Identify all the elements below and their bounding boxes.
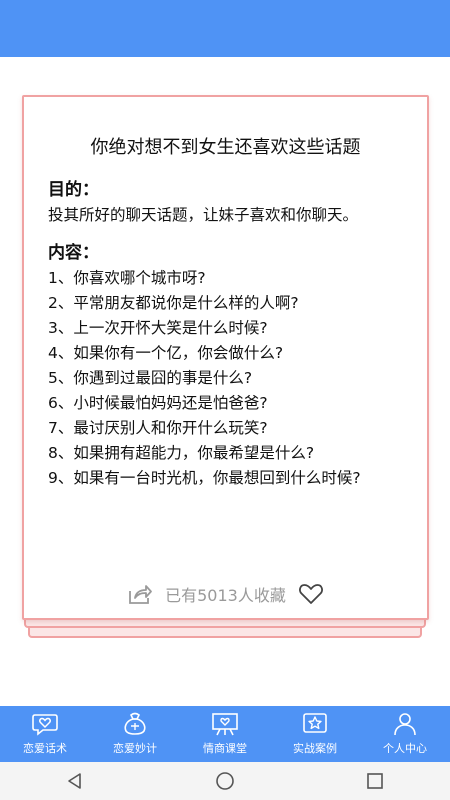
heart-icon[interactable] [298,583,324,605]
list-item: 5、你遇到过最囧的事是什么? [48,369,253,387]
home-circle-icon [216,772,234,790]
share-icon[interactable] [127,583,153,605]
nav-item-love-talk[interactable]: 恋爱话术 [0,712,90,756]
bottom-nav: 恋爱话术 恋爱妙计 情商课堂 实战案例 个人中心 [0,706,450,762]
bag-icon [124,712,146,735]
topic-card: 你绝对想不到女生还喜欢这些话题 目的： 投其所好的聊天话题，让妹子喜欢和你聊天。… [22,95,429,620]
system-nav-bar [0,762,450,800]
list-item: 7、最讨厌别人和你开什么玩笑? [48,419,268,437]
list-item: 6、小时候最怕妈妈还是怕爸爸? [48,394,268,412]
nav-label: 恋爱妙计 [113,742,157,755]
nav-label: 情商课堂 [203,742,247,755]
app-header-bar [0,0,450,57]
back-button[interactable] [45,766,105,796]
easel-icon [212,713,238,736]
card-title: 你绝对想不到女生还喜欢这些话题 [90,137,361,158]
nav-item-cases[interactable]: 实战案例 [270,712,360,756]
card-footer: 已有5013人收藏 [24,577,427,611]
nav-label: 恋爱话术 [23,742,67,755]
star-chat-icon [303,713,327,733]
list-item: 8、如果拥有超能力，你最希望是什么? [48,444,315,462]
content-heading: 内容： [48,243,99,263]
nav-label: 实战案例 [293,742,337,755]
home-button[interactable] [195,766,255,796]
heart-bubble-icon [32,714,58,736]
recents-button[interactable] [345,766,405,796]
recents-square-icon [367,773,383,789]
card-content[interactable]: 目的： 投其所好的聊天话题，让妹子喜欢和你聊天。 内容： 1、你喜欢哪个城市呀?… [48,177,405,552]
list-item: 9、如果有一台时光机，你最想回到什么时候? [48,469,361,487]
list-item: 4、如果你有一个亿，你会做什么? [48,344,284,362]
purpose-text: 投其所好的聊天话题，让妹子喜欢和你聊天。 [48,206,359,224]
list-item: 1、你喜欢哪个城市呀? [48,269,206,287]
nav-label: 个人中心 [383,742,427,755]
purpose-heading: 目的： [48,180,99,200]
list-item: 2、平常朋友都说你是什么样的人啊? [48,294,299,312]
nav-item-eq-class[interactable]: 情商课堂 [180,712,270,756]
nav-item-love-tips[interactable]: 恋爱妙计 [90,712,180,756]
favorites-count: 已有5013人收藏 [165,586,286,605]
user-icon [394,713,416,736]
nav-item-profile[interactable]: 个人中心 [360,712,450,756]
back-triangle-icon [68,773,81,789]
list-item: 3、上一次开怀大笑是什么时候? [48,319,268,337]
